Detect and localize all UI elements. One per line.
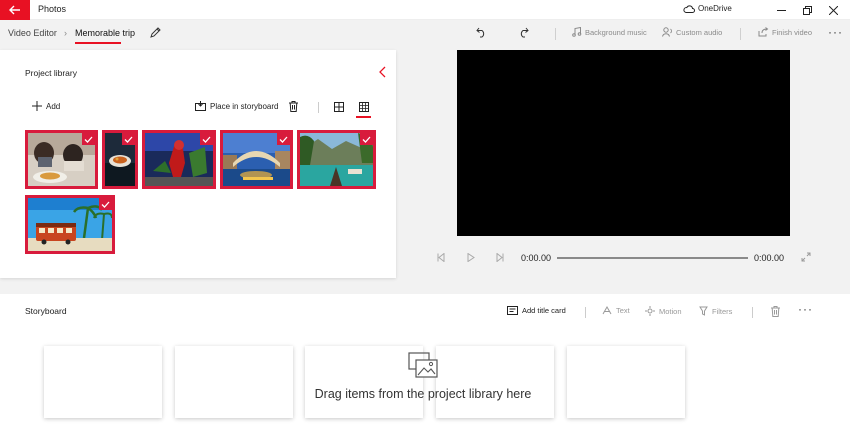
motion-icon bbox=[645, 306, 655, 316]
custom-audio-button[interactable]: Custom audio bbox=[662, 27, 722, 37]
minimize-icon bbox=[776, 9, 786, 11]
project-title-underline bbox=[75, 42, 121, 44]
storyboard-separator bbox=[752, 307, 753, 318]
small-grid-active-underline bbox=[356, 116, 371, 118]
library-item-food-photo[interactable] bbox=[25, 130, 98, 189]
text-icon bbox=[602, 306, 612, 315]
onedrive-status[interactable]: OneDrive bbox=[683, 4, 732, 13]
library-item-tram-photo[interactable] bbox=[25, 195, 115, 254]
toolbar-separator bbox=[740, 28, 741, 40]
storyboard-slot[interactable] bbox=[175, 346, 293, 418]
plus-icon bbox=[32, 101, 42, 111]
music-note-icon bbox=[572, 27, 582, 37]
close-button[interactable] bbox=[820, 0, 846, 20]
view-separator bbox=[318, 102, 319, 113]
delete-icon[interactable] bbox=[289, 101, 298, 112]
finish-video-label: Finish video bbox=[772, 27, 813, 37]
app-title: Photos bbox=[38, 4, 67, 14]
seek-bar[interactable] bbox=[557, 257, 748, 259]
storyboard-more-icon[interactable]: ··· bbox=[798, 302, 813, 316]
place-storyboard-icon bbox=[195, 101, 206, 111]
motion-button[interactable]: Motion bbox=[645, 306, 682, 316]
project-library-title: Project library bbox=[25, 68, 77, 78]
edit-pencil-icon[interactable] bbox=[150, 27, 161, 38]
previous-frame-icon[interactable] bbox=[437, 253, 445, 262]
storyboard-slot[interactable] bbox=[567, 346, 685, 418]
project-title[interactable]: Memorable trip bbox=[75, 28, 135, 38]
project-library-panel: Project library Add Place in storyboard bbox=[0, 50, 396, 278]
text-button[interactable]: Text bbox=[602, 306, 630, 315]
export-icon bbox=[758, 27, 769, 37]
person-audio-icon bbox=[662, 27, 672, 37]
finish-video-button[interactable]: Finish video bbox=[758, 27, 812, 37]
library-item-bridge-photo[interactable] bbox=[220, 130, 293, 189]
selected-check-icon[interactable] bbox=[99, 198, 112, 210]
close-icon bbox=[828, 5, 838, 15]
title-bar: Photos OneDrive bbox=[0, 0, 850, 20]
more-options-icon[interactable]: ··· bbox=[828, 25, 843, 39]
small-grid-view-icon[interactable] bbox=[359, 102, 369, 112]
command-bar: Video Editor › Memorable trip Background… bbox=[0, 20, 850, 46]
place-in-storyboard-label: Place in storyboard bbox=[210, 101, 279, 111]
video-preview[interactable] bbox=[457, 50, 790, 236]
back-arrow-icon bbox=[9, 5, 20, 15]
add-media-button[interactable]: Add bbox=[32, 101, 60, 111]
storyboard-slot[interactable] bbox=[436, 346, 554, 418]
onedrive-label: OneDrive bbox=[698, 4, 732, 13]
toolbar-separator bbox=[555, 28, 556, 40]
background-music-label: Background music bbox=[585, 27, 647, 37]
filters-icon bbox=[699, 306, 708, 316]
expand-icon[interactable] bbox=[801, 252, 811, 262]
storyboard-slot[interactable] bbox=[305, 346, 423, 418]
next-frame-icon[interactable] bbox=[496, 253, 504, 262]
storyboard-delete-icon[interactable] bbox=[771, 306, 780, 317]
restore-button[interactable] bbox=[794, 0, 820, 20]
selected-check-icon[interactable] bbox=[277, 133, 290, 145]
current-time: 0:00.00 bbox=[521, 253, 552, 263]
selected-check-icon[interactable] bbox=[360, 133, 373, 145]
filters-label: Filters bbox=[712, 306, 733, 316]
undo-icon[interactable] bbox=[476, 27, 487, 38]
add-title-card-label: Add title card bbox=[522, 306, 566, 315]
library-item-person-photo[interactable] bbox=[142, 130, 216, 189]
total-time: 0:00.00 bbox=[754, 253, 785, 263]
title-card-icon bbox=[507, 306, 518, 315]
storyboard-title: Storyboard bbox=[25, 306, 67, 316]
restore-icon bbox=[802, 5, 812, 15]
library-item-boat-photo[interactable] bbox=[297, 130, 376, 189]
storyboard-panel: Storyboard Add title card Text Motion Fi… bbox=[0, 294, 850, 443]
play-icon[interactable] bbox=[467, 253, 475, 262]
drop-images-icon bbox=[408, 352, 438, 378]
place-in-storyboard-button[interactable]: Place in storyboard bbox=[195, 101, 278, 111]
selected-check-icon[interactable] bbox=[82, 133, 95, 145]
motion-label: Motion bbox=[659, 306, 682, 316]
text-label: Text bbox=[616, 306, 630, 315]
cloud-icon bbox=[683, 4, 695, 13]
add-title-card-button[interactable]: Add title card bbox=[507, 306, 566, 315]
back-button[interactable] bbox=[0, 0, 30, 20]
storyboard-separator bbox=[585, 307, 586, 318]
breadcrumb-video-editor[interactable]: Video Editor bbox=[8, 28, 57, 38]
minimize-button[interactable] bbox=[768, 0, 794, 20]
redo-icon[interactable] bbox=[518, 27, 529, 38]
selected-check-icon[interactable] bbox=[200, 133, 213, 145]
filters-button[interactable]: Filters bbox=[699, 306, 732, 316]
breadcrumb-separator-icon: › bbox=[64, 28, 67, 38]
selected-check-icon[interactable] bbox=[122, 133, 135, 145]
add-label: Add bbox=[46, 101, 61, 111]
custom-audio-label: Custom audio bbox=[676, 27, 723, 37]
collapse-chevron-icon[interactable] bbox=[378, 66, 386, 78]
storyboard-slot[interactable] bbox=[44, 346, 162, 418]
storyboard-drop-hint: Drag items from the project library here bbox=[314, 387, 532, 401]
library-item-dish-photo[interactable] bbox=[102, 130, 138, 189]
background-music-button[interactable]: Background music bbox=[572, 27, 647, 37]
large-grid-view-icon[interactable] bbox=[334, 102, 344, 112]
